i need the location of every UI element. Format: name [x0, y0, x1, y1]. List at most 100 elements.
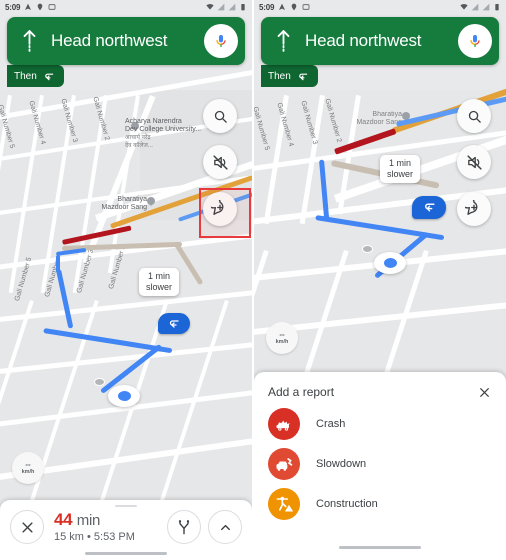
report-option-construction[interactable]: Construction [254, 484, 506, 524]
route-eta-callout: 1 min slower [139, 268, 180, 296]
navigation-arrow-icon [25, 3, 32, 10]
then-label: Then [268, 70, 291, 82]
turn-marker[interactable] [412, 196, 446, 219]
right-phone-screen: Gali Number 5 Gali Number 4 Gali Number … [252, 0, 506, 560]
status-bar-left-group: 5:09 [5, 3, 56, 12]
poi-name-line1: Bharatiya [372, 111, 402, 118]
callout-line1: 1 min [389, 158, 412, 168]
turn-left-icon [298, 73, 308, 80]
report-option-slowdown[interactable]: Slowdown [254, 444, 506, 484]
crash-icon [276, 420, 290, 431]
poi-name-line2: Mazdoor Sang [101, 204, 147, 211]
close-icon [21, 521, 33, 533]
then-label: Then [14, 70, 37, 82]
add-report-button[interactable] [457, 192, 491, 226]
instruction-text: Head northwest [51, 31, 168, 50]
construction-icon-circle [268, 488, 300, 520]
navigation-arrow-icon [279, 3, 286, 10]
report-option-label: Slowdown [316, 458, 367, 470]
search-icon [468, 110, 481, 123]
route-alternatives-button[interactable] [167, 510, 201, 544]
signal-icon [471, 3, 479, 11]
home-indicator-left [85, 552, 167, 555]
close-report-sheet-button[interactable] [476, 384, 492, 400]
screenshot-icon [302, 4, 310, 10]
callout-line2: slower [146, 282, 173, 292]
status-bar-right: 5:09 [254, 0, 506, 14]
voice-command-button[interactable] [458, 24, 492, 58]
status-time: 5:09 [5, 2, 21, 12]
screenshot-root: Gali Number 5 Gali Number 4 Gali Number … [0, 0, 506, 560]
poi-pin-icon [147, 197, 155, 208]
arrow-up-icon [23, 30, 35, 52]
search-button[interactable] [203, 99, 237, 133]
status-bar-right-group [206, 3, 247, 11]
volume-off-icon [466, 154, 482, 170]
report-option-crash[interactable]: Crash [254, 404, 506, 444]
slowdown-icon [276, 458, 293, 471]
close-icon [479, 387, 489, 397]
status-bar-left: 5:09 [0, 0, 252, 14]
then-chip-left: Then [7, 65, 64, 87]
status-bar-right-group [460, 3, 501, 11]
wifi-icon [460, 3, 468, 10]
poi-name-line1: Bharatiya [117, 196, 147, 203]
u-turn-left-icon [169, 319, 179, 328]
add-report-title: Add a report [268, 385, 335, 399]
turn-left-icon [44, 73, 54, 80]
home-indicator-right [339, 546, 421, 549]
speed-unit: km/h [275, 338, 289, 345]
instruction-text: Head northwest [305, 31, 422, 50]
eta-distance-arrival: 15 km • 5:53 PM [54, 531, 135, 543]
route-origin-dot [94, 378, 105, 386]
arrow-up-icon [277, 30, 289, 52]
navigation-bottom-bar[interactable]: 44 min 15 km • 5:53 PM [0, 499, 252, 560]
chevron-up-icon [220, 524, 230, 530]
direction-icon-wrap [7, 28, 51, 54]
turn-marker[interactable] [158, 313, 190, 334]
mute-button[interactable] [203, 145, 237, 179]
navigation-instruction-banner-left[interactable]: Head northwest [7, 17, 245, 65]
crash-icon-circle [268, 408, 300, 440]
report-bubble-plus-icon [465, 200, 478, 215]
status-time: 5:09 [259, 2, 275, 12]
callout-line1: 1 min [148, 271, 171, 281]
navigation-bottom-row: 44 min 15 km • 5:53 PM [0, 507, 252, 550]
then-chip-right: Then [261, 65, 318, 87]
report-option-label: Construction [316, 498, 378, 510]
poi-label-mazdoor: Bharatiya Mazdoor Sang [346, 111, 402, 127]
eta-block: 44 min 15 km • 5:53 PM [44, 510, 167, 544]
user-location-puck [374, 252, 406, 274]
route-eta-callout: 1 min slower [380, 155, 421, 183]
signal-icon [482, 3, 490, 11]
add-report-sheet: Add a report Crash Slowdown Construction [254, 372, 506, 560]
search-button[interactable] [457, 99, 491, 133]
speed-value: -- [25, 459, 31, 469]
expand-sheet-button[interactable] [208, 510, 242, 544]
highlight-box-add-report [199, 188, 251, 238]
construction-icon [276, 496, 294, 512]
navigation-instruction-banner-right[interactable]: Head northwest [261, 17, 499, 65]
signal-icon [228, 3, 236, 11]
add-report-header: Add a report [254, 372, 506, 404]
battery-icon [495, 4, 499, 11]
slowdown-icon-circle [268, 448, 300, 480]
microphone-icon [470, 35, 480, 47]
volume-off-icon [212, 154, 228, 170]
location-pin-icon [37, 3, 43, 11]
voice-command-button[interactable] [204, 24, 238, 58]
poi-name-line2: Mazdoor Sang [356, 119, 402, 126]
microphone-icon [216, 35, 226, 47]
callout-line2: slower [387, 169, 414, 179]
speed-value: -- [279, 329, 285, 339]
search-icon [214, 110, 227, 123]
user-location-puck [108, 385, 140, 407]
wifi-icon [206, 3, 214, 10]
left-phone-screen: Gali Number 5 Gali Number 4 Gali Number … [0, 0, 252, 560]
bottom-right-buttons [167, 510, 242, 544]
report-option-label: Crash [316, 418, 346, 430]
mute-button[interactable] [457, 145, 491, 179]
close-navigation-button[interactable] [10, 510, 44, 544]
eta-duration: 44 min [54, 510, 167, 530]
location-pin-icon [291, 3, 297, 11]
